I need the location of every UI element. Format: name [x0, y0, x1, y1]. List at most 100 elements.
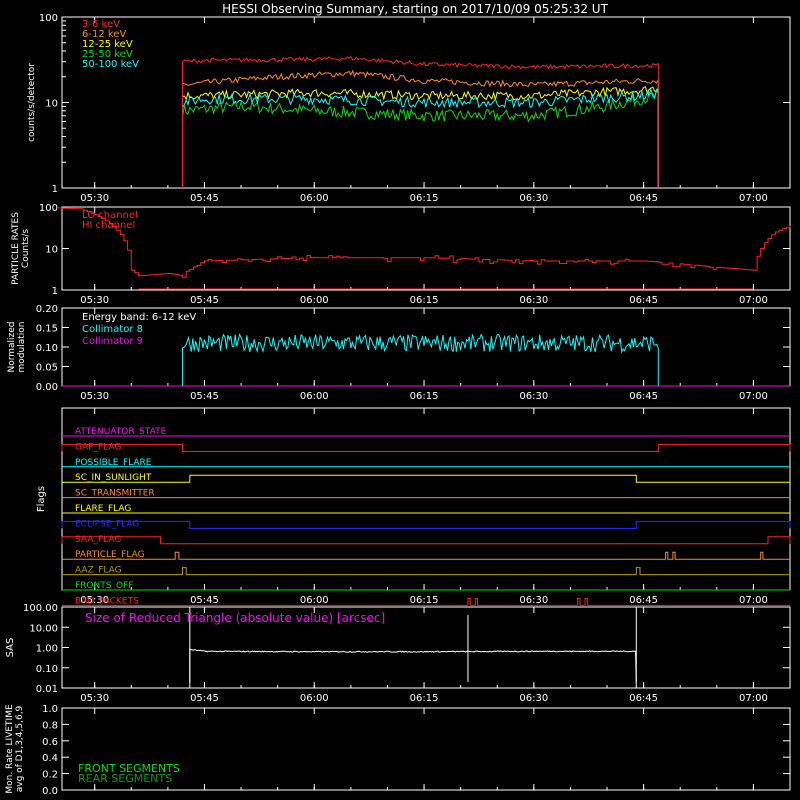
sas-panel-title: Size of Reduced Triangle (absolute value… — [85, 611, 385, 625]
particle-rate-panel-xtick-label: 06:15 — [410, 295, 439, 306]
sas-panel-xtick-label: 05:30 — [80, 693, 109, 704]
count-rate-panel-ylabel: counts/s/detector — [27, 63, 37, 142]
modulation-panel-ytick-label: 0.05 — [36, 363, 58, 374]
flags-panel-xtick-label: 05:45 — [190, 595, 219, 606]
modulation-panel-ytick-label: 0.10 — [36, 343, 58, 354]
livetime-panel-ytick-label: 0.0 — [42, 786, 58, 797]
flags-panel-xtick-label: 07:00 — [739, 595, 768, 606]
flag-line-aaz-flag — [62, 567, 790, 576]
figure-title: HESSI Observing Summary, starting on 201… — [222, 2, 608, 16]
legend-collimator-9: Collimator 9 — [82, 336, 143, 347]
modulation-panel-ytick-label: 0.00 — [36, 382, 58, 393]
series-line-lo-channel — [58, 207, 791, 278]
count-rate-panel-xtick-label: 06:30 — [519, 193, 548, 204]
flag-label-bad-packets: BAD_PACKETS — [75, 596, 139, 606]
particle-rate-panel-xtick-label: 05:30 — [80, 295, 109, 306]
particle-rate-panel-ylabel: Counts/s — [21, 229, 31, 268]
count-rate-panel-ytick-label: 100 — [39, 13, 58, 24]
flags-panel-xtick-label: 06:15 — [410, 595, 439, 606]
flag-label-attenuator-state: ATTENUATOR_STATE — [75, 427, 167, 437]
flag-label-particle-flag: PARTICLE_FLAG — [75, 550, 145, 560]
flag-line-saa-flag — [61, 536, 791, 545]
particle-rate-panel-xtick-label: 06:30 — [519, 295, 548, 306]
sas-panel-ytick-label: 0.01 — [36, 684, 58, 695]
series-line-50-100-kev — [182, 87, 659, 188]
count-rate-panel-xtick-label: 05:30 — [80, 193, 109, 204]
modulation-panel-ytick-label: 0.15 — [36, 324, 58, 335]
sas-panel-xtick-label: 07:00 — [739, 693, 768, 704]
modulation-panel-energy-band-label: Energy band: 6-12 keV — [82, 312, 196, 323]
flags-panel-xtick-label: 06:00 — [300, 595, 329, 606]
particle-rate-panel-ytick-label: 10 — [45, 245, 58, 256]
modulation-panel-ytick-label: 0.20 — [36, 304, 58, 315]
sas-panel-ytick-label: 0.10 — [36, 664, 58, 675]
livetime-panel-ytick-label: 0.8 — [42, 720, 58, 731]
particle-rate-panel-ylabel: PARTICLE RATES — [11, 212, 21, 285]
livetime-panel-ytick-label: 0.4 — [42, 753, 58, 764]
series-line-6-12-kev — [182, 69, 659, 188]
flag-line-particle-flag — [62, 551, 790, 560]
livetime-panel-ytick-label: 0.2 — [42, 770, 58, 781]
particle-rate-panel-xtick-label: 06:45 — [629, 295, 658, 306]
flags-panel-ylabel: Flags — [36, 486, 47, 512]
flag-label-fronts-off: FRONTS_OFF — [75, 581, 133, 591]
modulation-panel-xtick-label: 06:30 — [519, 391, 548, 402]
particle-rate-panel-xtick-label: 05:45 — [190, 295, 219, 306]
legend-rear-segments: REAR SEGMENTS — [78, 772, 172, 785]
flag-label-gap-flag: GAP_FLAG — [75, 442, 121, 452]
livetime-panel-ytick-label: 0.6 — [42, 737, 58, 748]
flag-label-saa-flag: SAA_FLAG — [75, 535, 121, 545]
particle-rate-panel-xtick-label: 06:00 — [300, 295, 329, 306]
sas-panel-xtick-label: 06:45 — [629, 693, 658, 704]
sas-panel-xtick-label: 06:30 — [519, 693, 548, 704]
count-rate-panel-xtick-label: 06:15 — [410, 193, 439, 204]
particle-rate-panel-frame — [61, 206, 791, 291]
sas-panel-ytick-label: 100.00 — [23, 603, 58, 614]
series-line-collimator-8 — [182, 333, 659, 386]
livetime-panel-ytick-label: 1.0 — [42, 704, 58, 715]
modulation-panel-xtick-label: 06:00 — [300, 391, 329, 402]
legend-hi-channel: HI channel — [82, 220, 135, 231]
particle-rate-panel-ytick-label: 100 — [39, 203, 58, 214]
flags-panel-frame — [61, 407, 791, 591]
modulation-panel-xtick-label: 06:45 — [629, 391, 658, 402]
flag-label-possible-flare: POSSIBLE_FLARE — [75, 458, 152, 468]
count-rate-panel-xtick-label: 06:45 — [629, 193, 658, 204]
panels-layer: 05:30 05:45 06:00 06:15 06:30 06:45 07:0011010… — [5, 13, 791, 797]
modulation-panel-xtick-label: 05:30 — [80, 391, 109, 402]
flag-label-aaz-flag: AAZ_FLAG — [75, 566, 122, 576]
sas-panel-ytick-label: 1.00 — [36, 644, 58, 655]
sas-panel-ytick-label: 10.00 — [29, 623, 58, 634]
legend-50-100-kev: 50-100 keV — [82, 59, 139, 70]
count-rate-panel-frame — [61, 16, 791, 189]
count-rate-panel-ytick-label: 10 — [45, 99, 58, 110]
modulation-panel-xtick-label: 06:15 — [410, 391, 439, 402]
sas-panel-xtick-label: 06:00 — [300, 693, 329, 704]
flags-panel-xtick-label: 06:30 — [519, 595, 548, 606]
modulation-panel-ylabel: modulation — [17, 322, 27, 373]
series-line-sas — [189, 648, 637, 689]
flag-label-sc-in-sunlight: SC_IN_SUNLIGHT — [75, 473, 152, 483]
modulation-panel-xtick-label: 05:45 — [190, 391, 219, 402]
series-line-25-50-kev — [182, 89, 659, 188]
flag-label-sc-transmitter: SC_TRANSMITTER — [75, 489, 155, 499]
flag-label-eclipse-flag: ECLIPSE_FLAG — [75, 519, 139, 529]
flags-panel-xtick-label: 06:45 — [629, 595, 658, 606]
sas-panel-xtick-label: 05:45 — [190, 693, 219, 704]
flag-line-eclipse-flag — [61, 520, 791, 529]
flag-label-flare-flag: FLARE_FLAG — [75, 504, 131, 514]
particle-rate-panel-ytick-label: 1 — [52, 286, 58, 297]
livetime-panel-ylabel: avg of D1,3,4,5,6,9 — [15, 705, 25, 792]
legend-collimator-8: Collimator 8 — [82, 324, 143, 335]
modulation-panel-ylabel: Normalized — [7, 321, 17, 372]
flag-line-sc-in-sunlight — [62, 474, 790, 483]
particle-rate-panel-xtick-label: 07:00 — [739, 295, 768, 306]
count-rate-panel-xtick-label: 07:00 — [739, 193, 768, 204]
livetime-panel-ylabel: Mon. Rate LIVETIME — [5, 704, 15, 794]
count-rate-panel-xtick-label: 06:00 — [300, 193, 329, 204]
sas-panel-xtick-label: 06:15 — [410, 693, 439, 704]
hessi-summary-figure: HESSI Observing Summary, starting on 201… — [5, 2, 791, 797]
flag-line-gap-flag — [61, 443, 791, 452]
count-rate-panel-xtick-label: 05:45 — [190, 193, 219, 204]
count-rate-panel-ytick-label: 1 — [52, 184, 58, 195]
